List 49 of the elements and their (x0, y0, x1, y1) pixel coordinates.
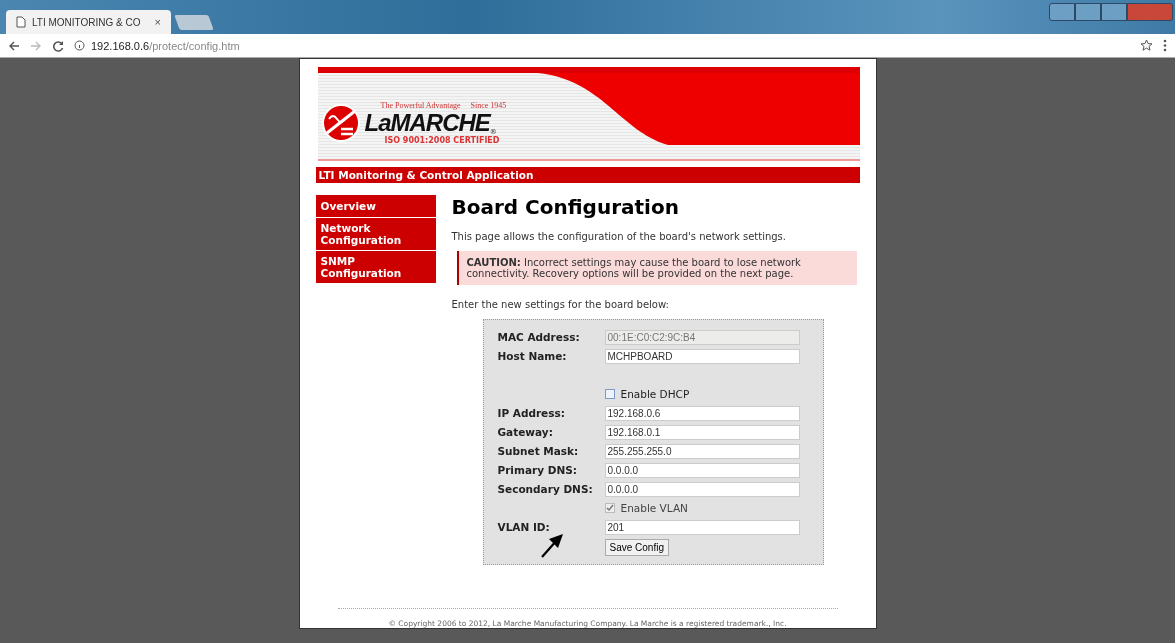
close-button[interactable] (1127, 3, 1173, 21)
page-heading: Board Configuration (451, 195, 679, 219)
field-label: Subnet Mask: (497, 445, 580, 457)
app-title: LTI Monitoring & Control Application (315, 167, 860, 183)
intro-text: This page allows the configuration of the board's network settings. (451, 231, 786, 242)
menu-icon[interactable] (1163, 39, 1167, 52)
checkbox-label: Enable VLAN (620, 502, 688, 514)
checkbox[interactable] (604, 503, 615, 513)
logo-tagline: The Powerful Advantage (380, 101, 461, 110)
logo-since: Since 1945 (470, 101, 507, 110)
back-icon[interactable] (8, 39, 20, 52)
field-label: VLAN ID: (497, 521, 551, 533)
annotation-arrow (539, 533, 564, 559)
checkbox[interactable] (604, 389, 615, 399)
forward-icon[interactable] (30, 39, 42, 52)
new-tab-button[interactable] (174, 15, 214, 30)
star-icon[interactable] (1140, 39, 1153, 52)
address-bar[interactable]: 192.168.0.6/protect/config.htm (91, 39, 1130, 52)
sidebar-item[interactable]: Overview (315, 195, 436, 217)
input-field[interactable]: 0.0.0.0 (604, 462, 800, 478)
field-label: MAC Address: (497, 331, 581, 343)
input-field[interactable]: 255.255.255.0 (604, 443, 800, 459)
field-label: Secondary DNS: (497, 483, 594, 495)
browser-tab[interactable]: LTI MONITORING & CO × (6, 10, 171, 34)
close-tab-button[interactable]: × (154, 16, 161, 28)
field-label: Gateway: (497, 426, 554, 438)
field-label: Host Name: (497, 350, 568, 362)
page-icon (16, 16, 26, 28)
form-intro-text: Enter the new settings for the board below: (451, 299, 669, 310)
input-field[interactable]: 201 (604, 519, 800, 535)
input-field[interactable]: 192.168.0.6 (604, 405, 800, 421)
save-config-button[interactable]: Save Config (604, 539, 669, 556)
logo-icon (320, 103, 361, 143)
user-button[interactable] (1049, 3, 1075, 21)
reload-icon[interactable] (52, 39, 64, 52)
maximize-button[interactable] (1101, 3, 1127, 21)
input-field[interactable]: 192.168.0.1 (604, 424, 800, 440)
minimize-button[interactable] (1075, 3, 1101, 21)
certification-text: ISO 9001:2008 CERTIFIED (384, 136, 500, 145)
checkbox-label: Enable DHCP (620, 388, 690, 400)
field-label: IP Address: (497, 407, 566, 419)
info-icon[interactable] (74, 40, 85, 51)
sidebar-item[interactable]: SNMP Configuration (315, 251, 436, 283)
input-field[interactable]: 0.0.0.0 (604, 481, 800, 497)
caution-text: CAUTION: Incorrect settings may cause the board to lose network connectivity. Recovery options will be provided on the next page. (466, 257, 801, 279)
field-label: Primary DNS: (497, 464, 578, 476)
input-field[interactable]: MCHPBOARD (604, 348, 800, 364)
sidebar-item[interactable]: Network Configuration (315, 218, 436, 250)
logo-name: LaMARCHE (364, 110, 490, 136)
